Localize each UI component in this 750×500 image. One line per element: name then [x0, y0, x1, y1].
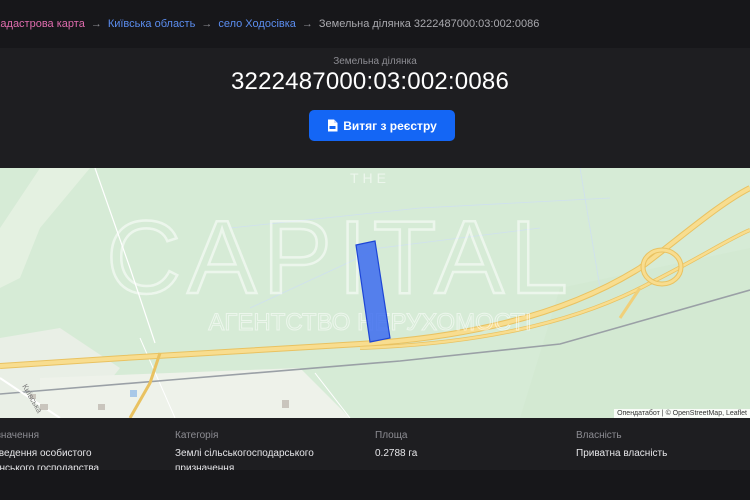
extract-button[interactable]: Витяг з реєстру	[309, 110, 455, 141]
watermark-top: THE	[350, 170, 390, 186]
ownership-column: Власність Приватна власність	[576, 430, 667, 461]
breadcrumb-arrow-icon: →	[90, 18, 102, 30]
category-label: Категорія	[175, 430, 219, 441]
ownership-label: Власність	[576, 430, 622, 441]
area-value: 0.2788 га	[375, 448, 418, 459]
bottom-bar	[0, 470, 750, 500]
map-canvas: THE CAPITAL АГЕНТСТВО НЕРУХОМОСТІ Київсь…	[0, 168, 750, 418]
cadastral-number: 3222487000:03:002:0086	[230, 68, 509, 95]
pdf-icon	[328, 119, 338, 132]
breadcrumb-current: Земельна ділянка 3222487000:03:002:0086	[318, 18, 540, 30]
ownership-value: Приватна власність	[576, 448, 668, 459]
area-column: Площа 0.2788 га	[375, 430, 417, 461]
watermark-main: CAPITAL	[106, 200, 574, 316]
map-attribution[interactable]: Опендатабот | © OpenStreetMap, Leaflet	[614, 409, 750, 418]
breadcrumb-arrow-icon: →	[301, 18, 313, 30]
parcel-header: Земельна ділянка 3222487000:03:002:0086 …	[0, 48, 750, 168]
map-view[interactable]: THE CAPITAL АГЕНТСТВО НЕРУХОМОСТІ Київсь…	[0, 168, 750, 418]
breadcrumb-root[interactable]: Кадастрова карта	[0, 18, 85, 30]
category-value-line-1: Землі сільськогосподарського	[175, 448, 314, 459]
purpose-value-line-1: Для ведення особистого	[0, 448, 92, 459]
area-label: Площа	[375, 430, 408, 441]
extract-button-label: Витяг з реєстру	[343, 118, 437, 133]
breadcrumb-region[interactable]: Київська область	[108, 18, 196, 30]
top-bar: Кадастрова карта → Київська область → се…	[0, 0, 750, 48]
parcel-info: Призначення Для ведення особистого селян…	[0, 418, 750, 474]
breadcrumb: Кадастрова карта → Київська область → се…	[0, 0, 539, 48]
purpose-label: Призначення	[0, 430, 40, 441]
breadcrumb-arrow-icon: →	[201, 18, 213, 30]
breadcrumb-village[interactable]: село Ходосівка	[218, 18, 296, 30]
parcel-type-label: Земельна ділянка	[333, 56, 417, 67]
